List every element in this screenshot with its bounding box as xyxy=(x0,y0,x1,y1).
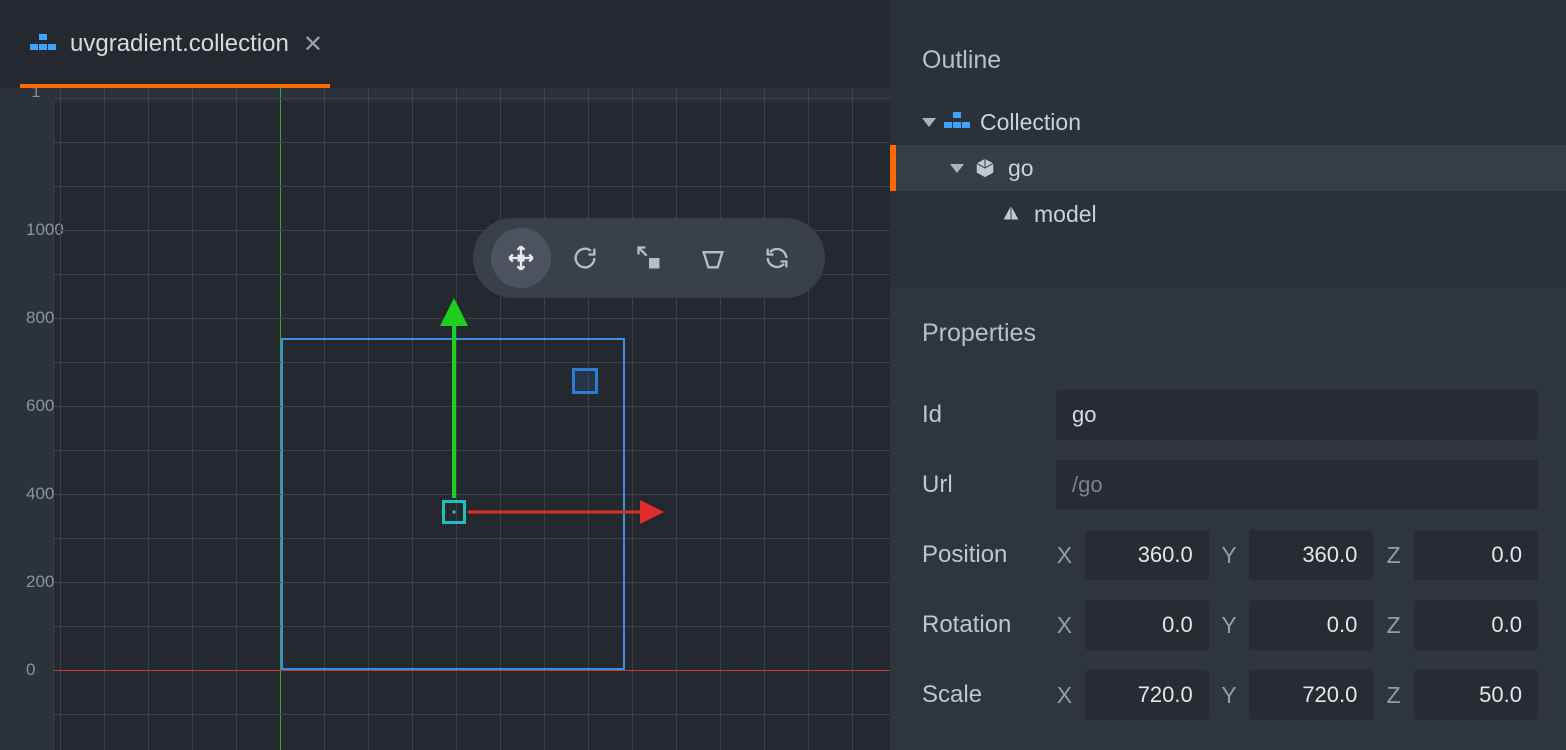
url-label: Url xyxy=(922,471,1050,499)
position-y-input[interactable] xyxy=(1249,530,1373,580)
position-x-input[interactable] xyxy=(1085,530,1209,580)
axis-x-label: X xyxy=(1050,612,1079,639)
properties-title: Properties xyxy=(890,287,1566,372)
axis-x-label: X xyxy=(1050,542,1079,569)
scale-label: Scale xyxy=(922,681,1044,709)
tab-bar: uvgradient.collection ✕ xyxy=(0,0,890,88)
id-label: Id xyxy=(922,401,1050,429)
rotate-tool-button[interactable] xyxy=(555,228,615,288)
outline-title: Outline xyxy=(890,0,1566,99)
ruler-vertical: 0 200 400 600 800 1000 xyxy=(0,88,54,750)
axis-x-label: X xyxy=(1050,682,1079,709)
url-input[interactable] xyxy=(1056,460,1538,510)
outline-item-label: Collection xyxy=(980,109,1081,136)
scene-grid xyxy=(54,88,890,750)
axis-z-label: Z xyxy=(1379,612,1408,639)
axis-y-label: Y xyxy=(1215,542,1244,569)
axis-z-label: Z xyxy=(1379,682,1408,709)
collection-icon xyxy=(30,34,56,54)
position-label: Position xyxy=(922,541,1044,569)
rotation-z-input[interactable] xyxy=(1414,600,1538,650)
viewport[interactable]: 0 200 400 600 800 1000 1 xyxy=(0,88,890,750)
close-icon[interactable]: ✕ xyxy=(303,30,323,59)
position-z-input[interactable] xyxy=(1414,530,1538,580)
scene-toolbar xyxy=(473,218,825,298)
ruler-tick-200: 200 xyxy=(26,572,54,592)
properties-panel: Properties Id Url Position X Y Z xyxy=(890,287,1566,750)
axis-x-line xyxy=(54,670,890,671)
outline-item-collection[interactable]: Collection xyxy=(890,99,1566,145)
ruler-tick-0: 0 xyxy=(26,660,35,680)
outline-item-label: model xyxy=(1034,201,1097,228)
axis-y-label: Y xyxy=(1215,612,1244,639)
editor-tab[interactable]: uvgradient.collection ✕ xyxy=(20,24,333,65)
axis-y-label: Y xyxy=(1215,682,1244,709)
ruler-tick-800: 800 xyxy=(26,308,54,328)
ruler-top-tick-1: 1 xyxy=(32,88,41,102)
outline-tree: Collection go xyxy=(890,99,1566,247)
axis-z-label: Z xyxy=(1379,542,1408,569)
perspective-tool-button[interactable] xyxy=(683,228,743,288)
scale-tool-button[interactable] xyxy=(619,228,679,288)
scale-x-input[interactable] xyxy=(1085,670,1209,720)
rotation-label: Rotation xyxy=(922,611,1044,639)
model-icon xyxy=(998,203,1024,225)
scale-z-input[interactable] xyxy=(1414,670,1538,720)
chevron-down-icon xyxy=(922,118,936,127)
chevron-down-icon xyxy=(950,164,964,173)
move-tool-button[interactable] xyxy=(491,228,551,288)
rotation-y-input[interactable] xyxy=(1249,600,1373,650)
id-input[interactable] xyxy=(1056,390,1538,440)
gameobject-icon xyxy=(972,157,998,179)
rotation-x-input[interactable] xyxy=(1085,600,1209,650)
scale-y-input[interactable] xyxy=(1249,670,1373,720)
ruler-tick-600: 600 xyxy=(26,396,54,416)
collection-icon xyxy=(944,112,970,132)
editor-pane: uvgradient.collection ✕ 0 200 400 600 80… xyxy=(0,0,890,750)
tab-filename: uvgradient.collection xyxy=(70,30,289,58)
sync-tool-button[interactable] xyxy=(747,228,807,288)
origin-handle[interactable] xyxy=(442,500,466,524)
blue-handle[interactable] xyxy=(572,368,598,394)
outline-item-go[interactable]: go xyxy=(890,145,1566,191)
outline-item-label: go xyxy=(1008,155,1034,182)
ruler-tick-400: 400 xyxy=(26,484,54,504)
outline-item-model[interactable]: model xyxy=(890,191,1566,237)
side-panel: Outline Collection xyxy=(890,0,1566,750)
